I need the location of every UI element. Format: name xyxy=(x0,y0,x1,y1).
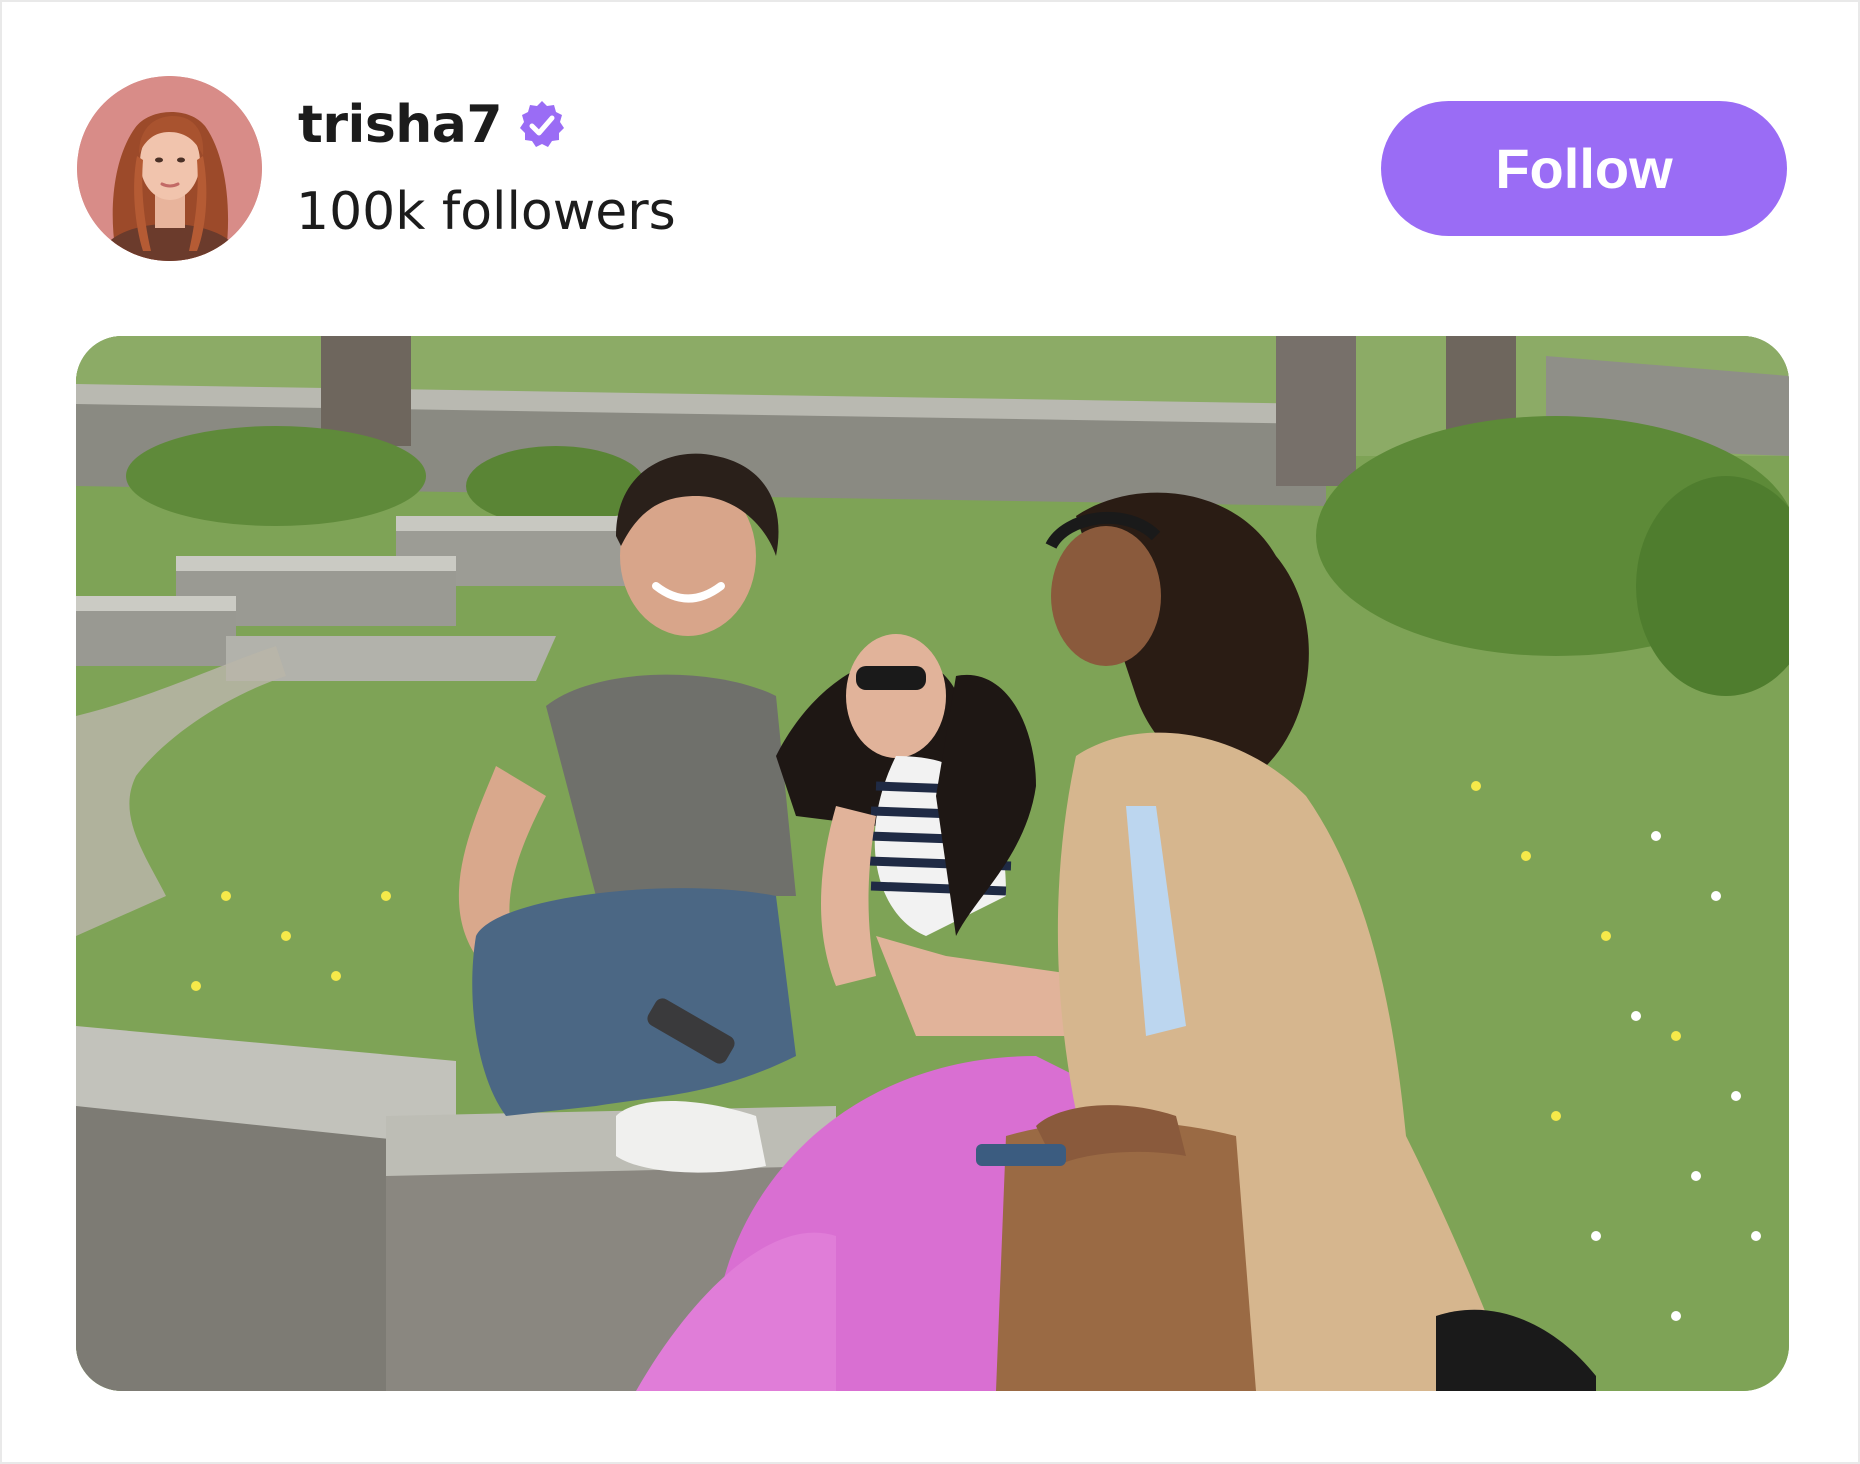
follower-count: 100k followers xyxy=(296,182,676,242)
verified-badge-icon xyxy=(520,101,565,147)
avatar-image xyxy=(77,76,262,261)
post-photo-illustration xyxy=(76,336,1789,1391)
avatar[interactable] xyxy=(77,76,262,261)
post-image xyxy=(76,336,1789,1391)
username-row: trisha7 xyxy=(298,90,568,160)
follow-button[interactable]: Follow xyxy=(1381,101,1787,236)
username[interactable]: trisha7 xyxy=(298,99,503,151)
profile-post-card: trisha7 100k followers Follow xyxy=(2,2,1858,1462)
